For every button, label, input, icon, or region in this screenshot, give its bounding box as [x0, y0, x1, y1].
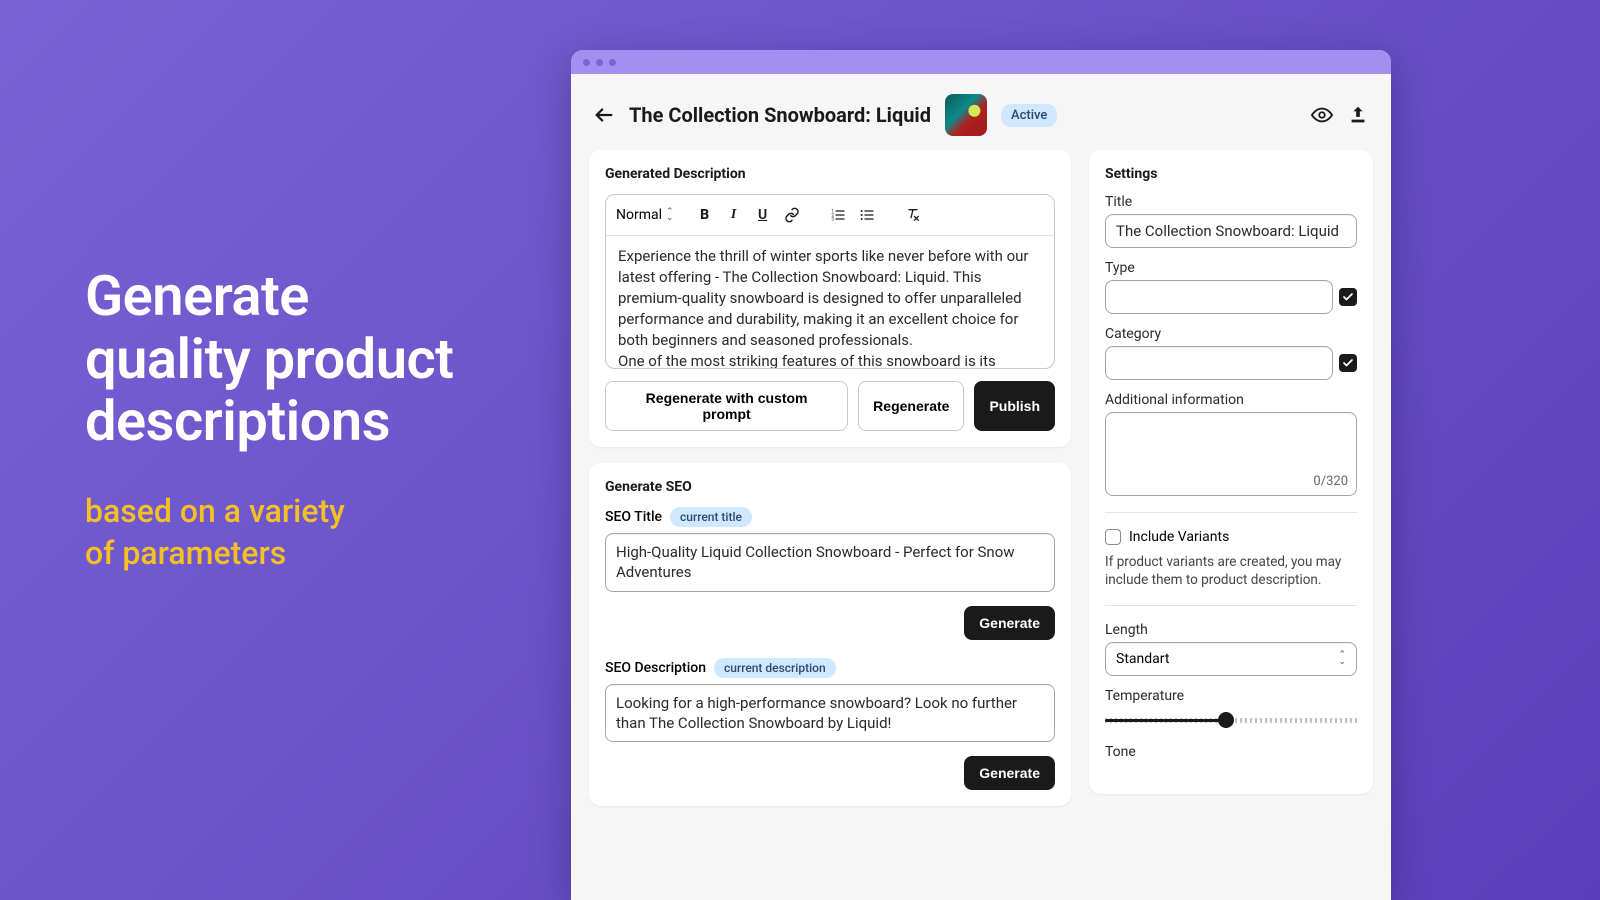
settings-title: Settings — [1105, 166, 1357, 182]
page-header: The Collection Snowboard: Liquid Active — [571, 74, 1391, 150]
seo-description-chip: current description — [714, 658, 836, 678]
seo-title-input[interactable] — [605, 533, 1055, 592]
italic-button[interactable]: I — [722, 203, 746, 227]
browser-titlebar — [571, 50, 1391, 74]
hero-sub-1: based on a variety — [85, 492, 345, 530]
slider-thumb[interactable] — [1218, 712, 1234, 728]
type-input[interactable] — [1105, 280, 1333, 314]
bold-button[interactable]: B — [693, 203, 717, 227]
seo-description-generate-button[interactable]: Generate — [964, 756, 1055, 790]
product-thumbnail[interactable] — [945, 94, 987, 136]
status-badge: Active — [1001, 104, 1057, 127]
svg-text:3: 3 — [831, 216, 834, 222]
additional-info-label: Additional information — [1105, 392, 1357, 408]
length-value: Standart — [1116, 651, 1169, 667]
length-select[interactable]: Standart — [1105, 642, 1357, 676]
category-input[interactable] — [1105, 346, 1333, 380]
window-dot-min[interactable] — [596, 59, 603, 66]
category-label: Category — [1105, 326, 1357, 342]
link-button[interactable] — [780, 203, 804, 227]
hero-line-3: descriptions — [85, 388, 390, 454]
underline-button[interactable]: U — [751, 203, 775, 227]
hero-sub-2: of parameters — [85, 534, 286, 572]
publish-button[interactable]: Publish — [974, 381, 1055, 431]
generate-seo-card: Generate SEO SEO Title current title Gen… — [589, 463, 1071, 806]
divider-2 — [1105, 605, 1357, 606]
seo-title-chip: current title — [670, 507, 752, 527]
hero-copy: Generate quality product descriptions ba… — [85, 265, 453, 574]
back-arrow-icon[interactable] — [593, 104, 615, 126]
divider — [1105, 512, 1357, 513]
type-label: Type — [1105, 260, 1357, 276]
title-input[interactable] — [1105, 214, 1357, 248]
bullet-list-button[interactable] — [855, 203, 879, 227]
seo-description-label: SEO Description — [605, 660, 706, 676]
generate-seo-title: Generate SEO — [605, 479, 1055, 495]
category-include-toggle[interactable] — [1339, 354, 1357, 372]
chevron-updown-icon: ⌃⌄ — [666, 209, 674, 221]
window-dot-close[interactable] — [583, 59, 590, 66]
generated-description-title: Generated Description — [605, 166, 1055, 182]
length-label: Length — [1105, 622, 1357, 638]
type-include-toggle[interactable] — [1339, 288, 1357, 306]
paragraph-style-label: Normal — [616, 207, 662, 223]
include-variants-checkbox[interactable] — [1105, 529, 1121, 545]
additional-info-counter: 0/320 — [1313, 474, 1348, 489]
hero-line-1: Generate — [85, 263, 309, 329]
temperature-label: Temperature — [1105, 688, 1357, 704]
seo-description-input[interactable] — [605, 684, 1055, 743]
share-icon[interactable] — [1347, 104, 1369, 126]
seo-title-generate-button[interactable]: Generate — [964, 606, 1055, 640]
browser-window: The Collection Snowboard: Liquid Active … — [571, 50, 1391, 900]
hero-line-2: quality product — [85, 326, 453, 392]
page-title: The Collection Snowboard: Liquid — [629, 103, 931, 127]
additional-info-input[interactable]: 0/320 — [1105, 412, 1357, 496]
regenerate-button[interactable]: Regenerate — [858, 381, 964, 431]
preview-eye-icon[interactable] — [1311, 104, 1333, 126]
window-dot-max[interactable] — [609, 59, 616, 66]
paragraph-style-select[interactable]: Normal ⌃⌄ — [616, 207, 674, 223]
editor-toolbar: Normal ⌃⌄ B I U 123 — [606, 195, 1054, 236]
include-variants-help: If product variants are created, you may… — [1105, 553, 1357, 589]
editor-content[interactable]: Experience the thrill of winter sports l… — [606, 236, 1054, 368]
ordered-list-button[interactable]: 123 — [826, 203, 850, 227]
generated-description-card: Generated Description Normal ⌃⌄ B I U — [589, 150, 1071, 447]
temperature-slider[interactable] — [1105, 708, 1357, 732]
include-variants-label: Include Variants — [1129, 529, 1229, 545]
tone-label: Tone — [1105, 744, 1357, 760]
title-label: Title — [1105, 194, 1357, 210]
regenerate-custom-button[interactable]: Regenerate with custom prompt — [605, 381, 848, 431]
clear-formatting-button[interactable] — [901, 203, 925, 227]
settings-card: Settings Title Type Category — [1089, 150, 1373, 794]
rich-text-editor: Normal ⌃⌄ B I U 123 — [605, 194, 1055, 369]
seo-title-label: SEO Title — [605, 509, 662, 525]
